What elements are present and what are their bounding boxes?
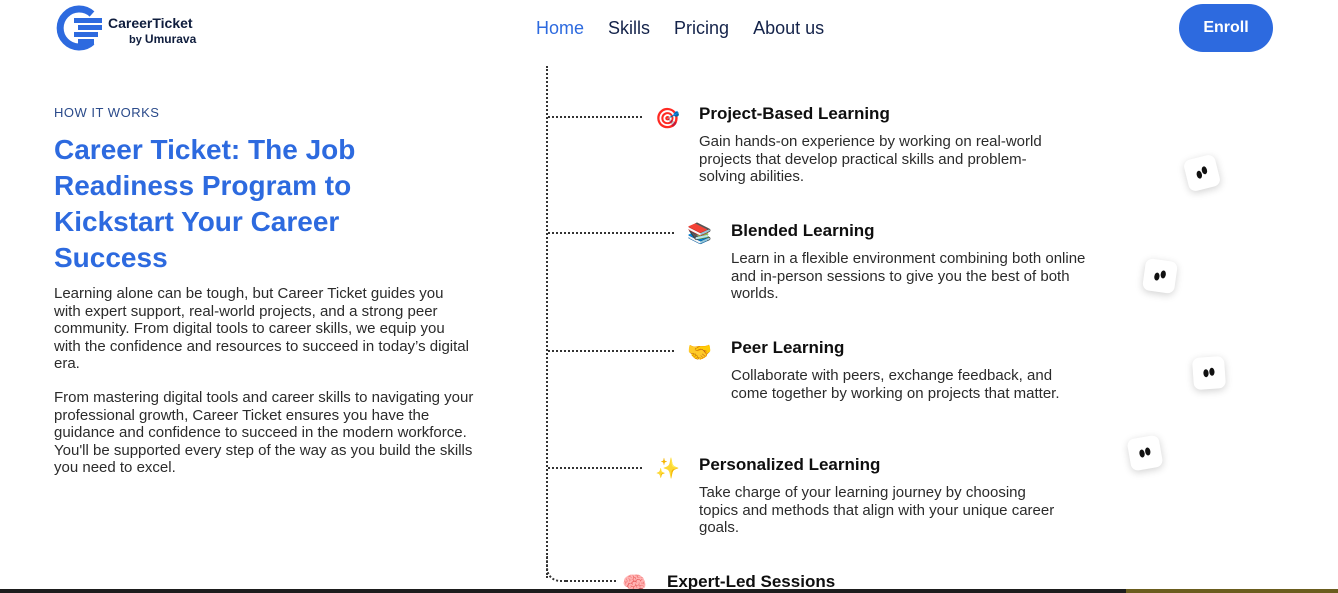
step-title-peer: Peer Learning — [731, 338, 845, 357]
step-title-blended: Blended Learning — [731, 221, 875, 240]
nav-about-us[interactable]: About us — [753, 18, 824, 39]
timeline-connector — [548, 232, 674, 234]
target-icon: 🎯 — [655, 106, 680, 130]
timeline-curve — [546, 556, 568, 582]
nav-pricing[interactable]: Pricing — [674, 18, 729, 39]
main-nav: Home Skills Pricing About us — [536, 18, 824, 39]
sparkles-icon: ✨ — [655, 456, 680, 480]
taskbar-accent — [1126, 589, 1338, 593]
footprints-icon — [1196, 166, 1208, 179]
footprints-icon — [1141, 257, 1179, 295]
books-icon: 📚 — [687, 221, 712, 245]
footprints-icon — [1154, 270, 1166, 281]
handshake-icon: 🤝 — [687, 340, 712, 364]
brand-logo[interactable]: CareerTicket by Umurava — [54, 4, 214, 52]
step-desc-peer: Collaborate with peers, exchange feedbac… — [731, 367, 1060, 402]
section-eyebrow: HOW IT WORKS — [54, 105, 160, 120]
footprints-icon — [1182, 153, 1222, 193]
nav-home[interactable]: Home — [536, 18, 584, 39]
support-paragraph: From mastering digital tools and career … — [54, 389, 474, 476]
section-title: Career Ticket: The Job Readiness Program… — [54, 134, 356, 273]
step-title-project-based: Project-Based Learning — [699, 104, 890, 123]
career-ticket-logo-icon — [56, 5, 102, 51]
timeline-connector — [548, 116, 642, 118]
footprints-icon — [1203, 367, 1215, 378]
timeline-connector — [566, 580, 616, 582]
enroll-button[interactable]: Enroll — [1179, 4, 1273, 52]
step-desc-personalized: Take charge of your learning journey by … — [699, 484, 1055, 536]
timeline-connector — [548, 350, 674, 352]
brand-byline: by Umurava — [129, 32, 196, 46]
footprints-icon — [1191, 355, 1227, 391]
timeline-connector — [548, 467, 642, 469]
brand-by: by — [129, 34, 142, 46]
step-title-personalized: Personalized Learning — [699, 455, 881, 474]
footprints-icon — [1139, 447, 1151, 458]
timeline-line — [546, 66, 548, 578]
footprints-icon — [1126, 434, 1164, 472]
brand-name: CareerTicket — [108, 15, 193, 31]
brand-company: Umurava — [144, 32, 197, 46]
step-desc-project-based: Gain hands-on experience by working on r… — [699, 133, 1042, 185]
nav-skills[interactable]: Skills — [608, 18, 650, 39]
intro-paragraph: Learning alone can be tough, but Career … — [54, 285, 469, 372]
step-desc-blended: Learn in a flexible environment combinin… — [731, 250, 1086, 302]
site-header: CareerTicket by Umurava Home Skills Pric… — [0, 0, 1338, 60]
